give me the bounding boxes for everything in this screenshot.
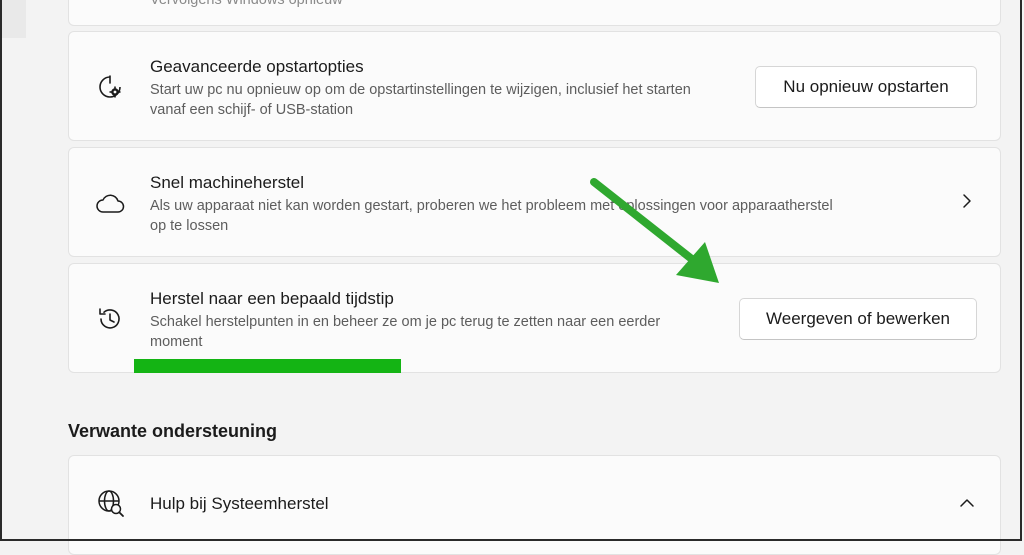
annotation-arrow <box>590 178 719 283</box>
annotation-underline <box>134 359 401 373</box>
